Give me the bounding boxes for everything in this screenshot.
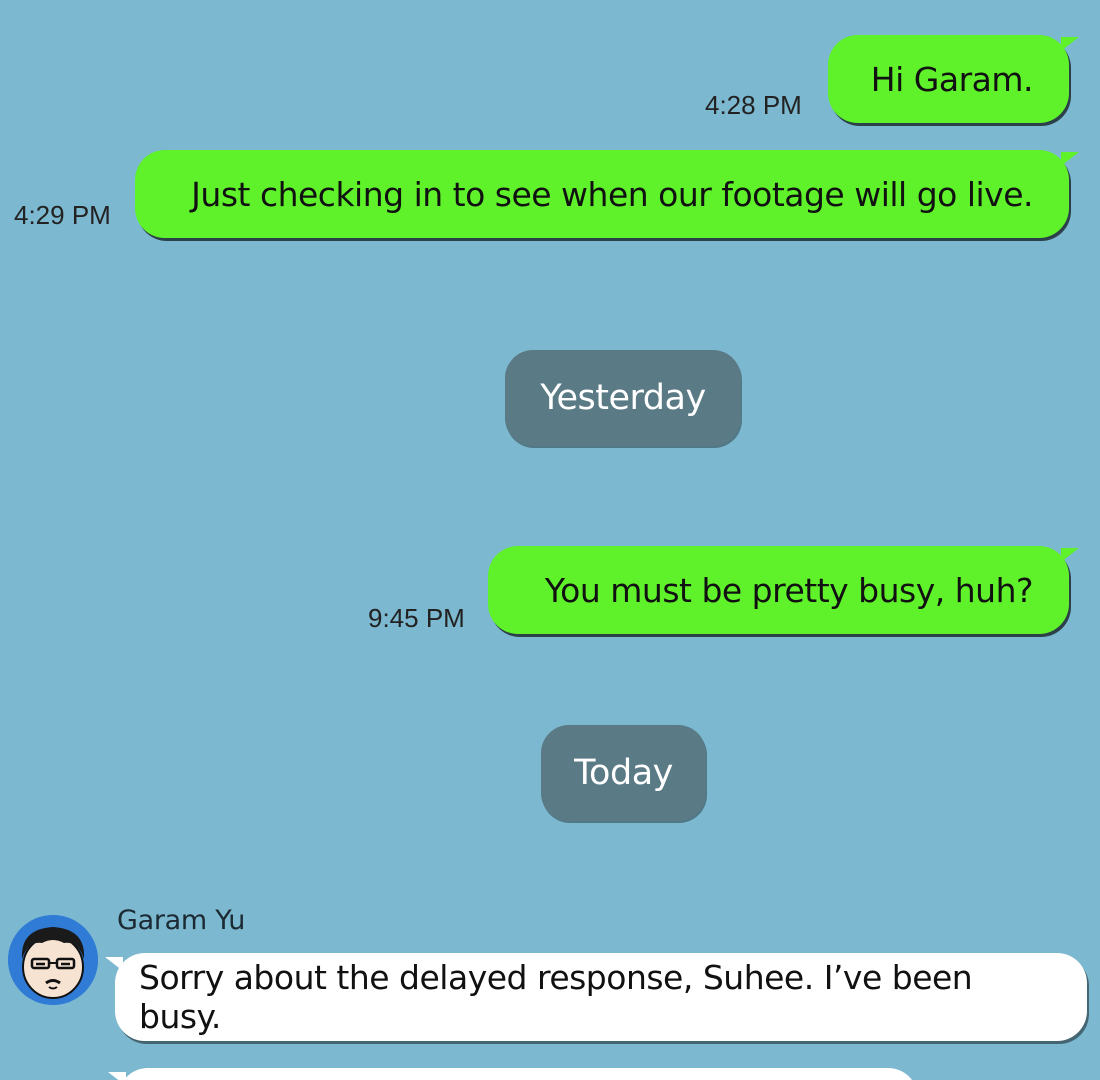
message-bubble-sent[interactable]: You must be pretty busy, huh? (488, 546, 1079, 634)
message-time: 4:29 PM (14, 200, 111, 230)
message-time: 9:45 PM (368, 603, 465, 633)
sender-name: Garam Yu (117, 905, 246, 936)
message-time: 4:28 PM (705, 90, 802, 120)
date-divider-today: Today (541, 725, 706, 821)
date-divider-yesterday: Yesterday (505, 350, 741, 446)
cartoon-avatar-icon (8, 915, 98, 1005)
message-text: You must be pretty busy, huh? (544, 570, 1034, 610)
chat-window: Hi Garam. 4:28 PM Just checking in to se… (0, 0, 1100, 1080)
message-text: Sorry about the delayed response, Suhee.… (139, 958, 973, 1036)
message-bubble-received-partial[interactable] (108, 1068, 918, 1080)
message-text: Just checking in to see when our footage… (191, 174, 1033, 214)
date-divider-label: Yesterday (540, 378, 706, 418)
message-bubble-sent[interactable]: Just checking in to see when our footage… (135, 150, 1079, 238)
message-text: Hi Garam. (870, 59, 1034, 99)
date-divider-label: Today (574, 753, 673, 793)
message-bubble-received[interactable]: Sorry about the delayed response, Suhee.… (105, 953, 1087, 1041)
message-bubble-sent[interactable]: Hi Garam. (828, 35, 1079, 123)
avatar[interactable] (8, 915, 98, 1005)
